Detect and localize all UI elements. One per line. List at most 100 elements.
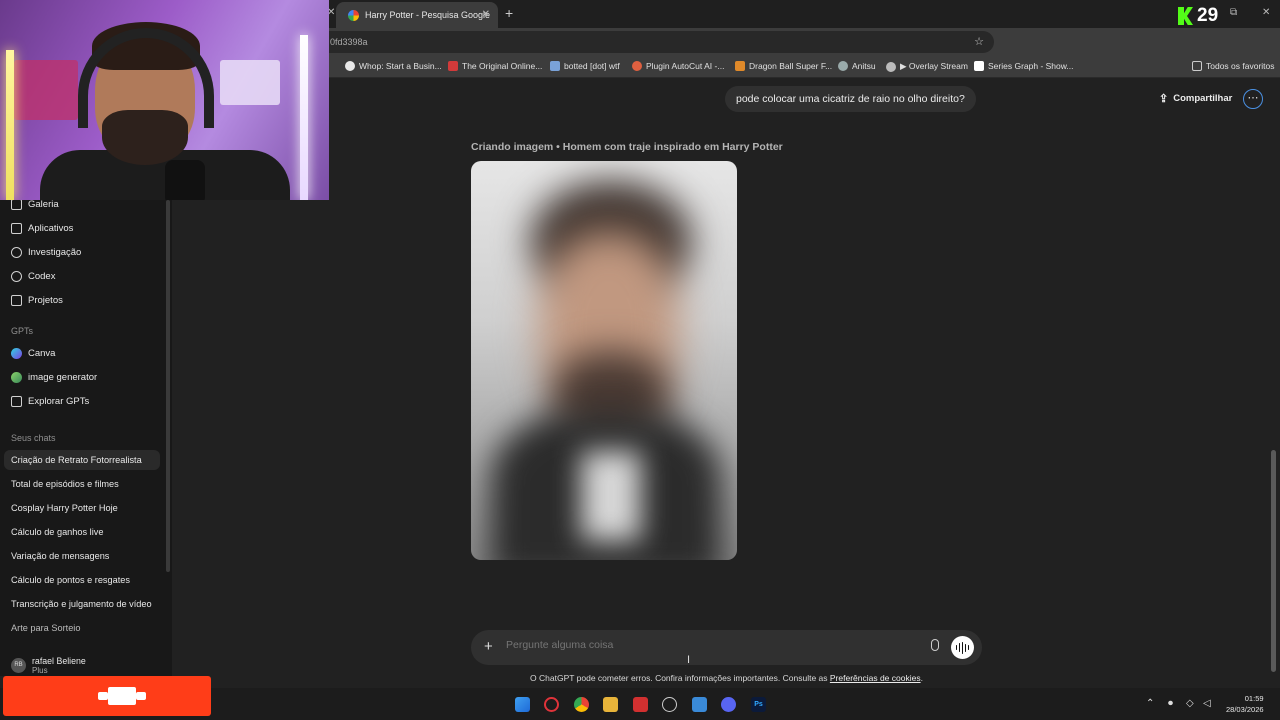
chat-item-active[interactable]: Criação de Retrato Fotorrealista — [4, 450, 160, 470]
sidebar-item-canva[interactable]: Canva — [11, 348, 55, 359]
microphone-tray-icon[interactable]: ⏺ — [1168, 698, 1173, 709]
share-label: Compartilhar — [1173, 93, 1233, 104]
chat-item[interactable]: Cálculo de pontos e resgates — [11, 575, 130, 585]
bookmark-icon — [974, 61, 984, 71]
sidebar-item-codex[interactable]: Codex — [11, 271, 55, 282]
bookmark-item[interactable]: Whop: Start a Busin... — [345, 61, 442, 71]
system-clock[interactable]: 01:59 28/03/2026 — [1226, 693, 1264, 715]
bookmark-icon — [886, 61, 896, 72]
sidebar-item-label: Projetos — [28, 295, 63, 306]
microphone-icon[interactable] — [931, 639, 939, 651]
chrome-icon[interactable] — [574, 697, 589, 712]
main-scrollbar[interactable] — [1271, 450, 1276, 672]
chat-item[interactable]: Transcrição e julgamento de vídeo — [11, 599, 152, 609]
chat-item[interactable]: Variação de mensagens — [11, 551, 109, 561]
clock-time: 01:59 — [1244, 694, 1264, 703]
bookmark-label: Anitsu — [852, 61, 876, 71]
message-composer: + — [471, 630, 982, 665]
sidebar-item-investigacao[interactable]: Investigação — [11, 247, 81, 258]
image-blur-region — [581, 451, 641, 541]
explore-icon — [11, 396, 22, 407]
sidebar-item-label: Explorar GPTs — [28, 396, 90, 407]
webcam-light — [300, 35, 308, 200]
google-icon — [348, 9, 359, 21]
bookmark-item[interactable]: Series Graph - Show... — [974, 61, 1074, 71]
sidebar-scrollbar[interactable] — [166, 200, 170, 572]
bookmark-label: Whop: Start a Busin... — [359, 61, 442, 71]
chat-item[interactable]: Cosplay Harry Potter Hoje — [11, 503, 118, 513]
url-text: 0fd3398a — [330, 37, 368, 47]
close-window-icon[interactable]: ✕ — [1262, 7, 1270, 18]
webcam-background-shelf — [14, 60, 78, 120]
notes-icon[interactable] — [692, 697, 707, 712]
url-field[interactable]: 0fd3398a ☆ — [318, 31, 994, 53]
bookmark-item[interactable]: Dragon Ball Super F... — [735, 61, 832, 71]
bookmark-icon — [838, 61, 848, 71]
bookmark-item[interactable]: Plugin AutoCut AI -... — [632, 61, 724, 71]
gpts-heading: GPTs — [11, 326, 34, 336]
sidebar-item-label: Investigação — [28, 247, 82, 258]
folder-icon — [1192, 61, 1202, 71]
discord-icon[interactable] — [721, 697, 736, 712]
bookmark-label: Dragon Ball Super F... — [749, 61, 833, 71]
generated-image[interactable] — [471, 161, 737, 560]
sidebar-item-projetos[interactable]: Projetos — [11, 295, 63, 306]
all-bookmarks[interactable]: Todos os favoritos — [1192, 61, 1275, 71]
app-icon[interactable] — [662, 697, 677, 712]
sidebar-item-label: Galeria — [28, 199, 59, 210]
cookie-preferences-link[interactable]: Preferências de cookies — [830, 673, 921, 683]
all-bookmarks-label: Todos os favoritos — [1206, 61, 1275, 71]
chat-item[interactable]: Cálculo de ganhos live — [11, 527, 103, 537]
sidebar-item-image-generator[interactable]: image generator — [11, 372, 97, 383]
telescope-icon — [11, 247, 22, 258]
tray-chevron-icon[interactable]: ⌃ — [1146, 698, 1154, 709]
webcam-background-shelf — [220, 60, 280, 105]
new-tab-button[interactable]: + — [505, 5, 513, 21]
apps-icon — [11, 223, 22, 234]
file-explorer-icon[interactable] — [603, 697, 618, 712]
bookmark-item[interactable]: Anitsu — [838, 61, 876, 71]
folder-icon — [11, 295, 22, 306]
sidebar-item-galeria[interactable]: Galeria — [11, 199, 59, 210]
stream-overlay-banner — [3, 676, 211, 716]
bookmark-icon — [550, 61, 560, 71]
windows-start-icon[interactable] — [515, 697, 530, 712]
gallery-icon — [11, 199, 22, 210]
bookmark-item[interactable]: ▶ Overlay Stream — [886, 61, 968, 72]
codex-icon — [11, 271, 22, 282]
chats-heading: Seus chats — [11, 433, 56, 443]
media-app-icon[interactable] — [633, 697, 648, 712]
chat-item[interactable]: Total de episódios e filmes — [11, 479, 119, 489]
browser-tab-active[interactable]: Harry Potter - Pesquisa Google ✕ — [336, 2, 498, 28]
image-generation-status: Criando imagem • Homem com traje inspira… — [471, 141, 783, 153]
voice-mode-button[interactable] — [951, 636, 974, 659]
bookmark-label: botted [dot] wtf — [564, 61, 620, 71]
close-tab-icon[interactable]: ✕ — [482, 9, 490, 20]
bookmark-label: ▶ Overlay Stream — [900, 61, 968, 71]
sidebar-item-aplicativos[interactable]: Aplicativos — [11, 223, 73, 234]
share-button[interactable]: ⇪ Compartilhar — [1159, 92, 1232, 105]
bookmark-label: The Original Online... — [462, 61, 543, 71]
stream-logo-icon — [98, 687, 146, 705]
webcam-light — [6, 50, 14, 200]
bookmark-item[interactable]: The Original Online... — [448, 61, 542, 71]
more-options-button[interactable]: ⋯ — [1243, 89, 1263, 109]
volume-icon[interactable]: ◁ — [1203, 698, 1211, 709]
bookmark-item[interactable]: botted [dot] wtf — [550, 61, 620, 71]
restore-icon[interactable]: ⧉ — [1230, 7, 1237, 18]
sidebar-item-explorar-gpts[interactable]: Explorar GPTs — [11, 396, 89, 407]
sidebar-item-label: image generator — [28, 372, 98, 383]
user-name: rafael Beliene — [32, 656, 86, 666]
add-attachment-button[interactable]: + — [484, 638, 493, 655]
kick-viewer-count: 29 — [1197, 5, 1219, 26]
network-icon[interactable]: ◇ — [1186, 698, 1194, 709]
message-input[interactable] — [506, 639, 906, 651]
kick-logo-icon — [1178, 7, 1193, 25]
sidebar-item-label: Aplicativos — [28, 223, 74, 234]
star-icon[interactable]: ☆ — [974, 31, 984, 53]
photoshop-icon[interactable]: Ps — [751, 697, 766, 712]
opera-icon[interactable] — [544, 697, 559, 712]
share-icon: ⇪ — [1159, 93, 1169, 105]
webcam-overlay — [0, 0, 329, 200]
chat-item[interactable]: Arte para Sorteio — [11, 623, 80, 633]
